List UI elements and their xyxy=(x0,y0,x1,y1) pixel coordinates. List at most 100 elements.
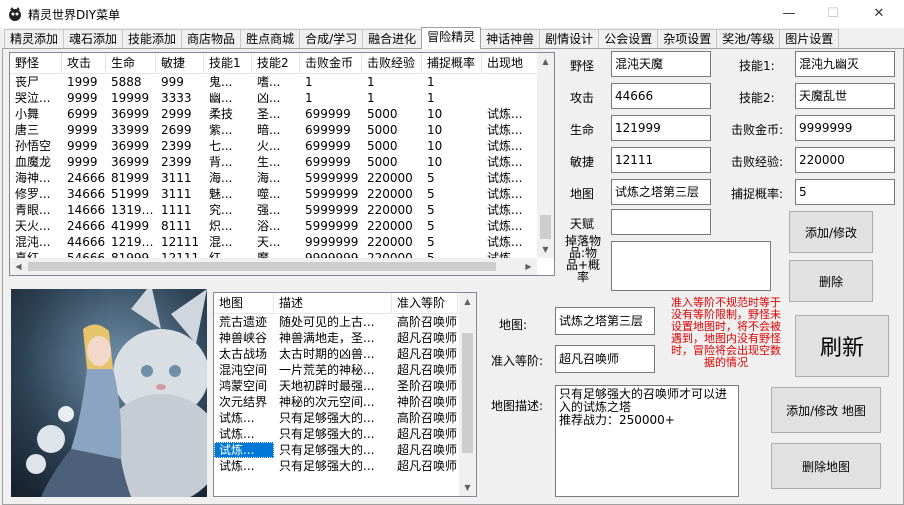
list-item[interactable]: 荒古遗迹 随处可见的上古... 高阶召唤师 xyxy=(214,314,476,330)
table-row[interactable]: 小舞 6999 36999 2999 柔技 圣... 699999 5000 10 试炼... xyxy=(10,106,554,122)
tab-3[interactable]: 技能添加 xyxy=(122,29,183,49)
list-item[interactable]: 次元结界 神秘的次元空间... 神阶召唤师 xyxy=(214,394,476,410)
list-item[interactable]: 混沌空间 一片荒芜的神秘... 超凡召唤师 xyxy=(214,362,476,378)
table-cell: 生... xyxy=(257,155,281,169)
map-name-field[interactable]: 试炼之塔第三层 xyxy=(555,307,655,335)
tab-6[interactable]: 合成/学习 xyxy=(299,29,364,49)
scroll-down-icon[interactable]: ▼ xyxy=(459,479,476,496)
list-item[interactable]: 试炼... 只有足够强大的... 高阶召唤师 xyxy=(214,410,476,426)
table-row[interactable]: 天火... 24666 41999 8111 炽... 浴... 5999999 220000… xyxy=(10,218,554,234)
agility-field[interactable]: 12111 xyxy=(611,147,711,173)
monster-name-field[interactable]: 混沌天魔 xyxy=(611,51,711,77)
drop-items-field[interactable] xyxy=(611,241,771,291)
tab-1[interactable]: 精灵添加 xyxy=(4,29,65,49)
attack-field[interactable]: 44666 xyxy=(611,83,711,109)
scroll-down-icon[interactable]: ▼ xyxy=(537,241,554,258)
list-item[interactable]: 太古战场 太古时期的凶兽... 超凡召唤师 xyxy=(214,346,476,362)
tab-10[interactable]: 剧情设计 xyxy=(539,29,600,49)
monster-column-header[interactable]: 击败金币 xyxy=(300,53,362,73)
map-column-header[interactable]: 地图 xyxy=(214,293,274,313)
skill2-field[interactable]: 天魔乱世 xyxy=(795,83,895,109)
table-cell: 5000 xyxy=(367,139,398,153)
skill1-field[interactable]: 混沌九幽灭 xyxy=(795,51,895,77)
tab-2[interactable]: 魂石添加 xyxy=(63,29,124,49)
list-item[interactable]: 试炼... 只有足够强大的... 超凡召唤师 xyxy=(214,458,476,474)
table-cell: 10 xyxy=(427,139,443,153)
table-cell: 220000 xyxy=(367,203,413,217)
tab-9[interactable]: 神话神兽 xyxy=(480,29,541,49)
list-item[interactable]: 鸿蒙空间 天地初辟时最强... 圣阶召唤师 xyxy=(214,378,476,394)
maximize-button[interactable]: ☐ xyxy=(810,0,856,28)
add-monster-button[interactable]: 添加/修改 xyxy=(789,211,873,253)
table-cell: 只有足够强大的... xyxy=(279,443,375,457)
table-cell: 试炼... xyxy=(487,155,523,169)
map-column-header[interactable]: 描述 xyxy=(274,293,392,313)
delete-map-button[interactable]: 删除地图 xyxy=(771,443,881,489)
talent-field[interactable] xyxy=(611,209,711,235)
map-list-vscrollbar[interactable]: ▲ ▼ xyxy=(459,293,476,496)
scroll-up-icon[interactable]: ▲ xyxy=(537,53,554,70)
close-button[interactable]: ✕ xyxy=(856,0,902,28)
catch-rate-field[interactable]: 5 xyxy=(795,179,895,205)
hp-field[interactable]: 121999 xyxy=(611,115,711,141)
map-field[interactable]: 试炼之塔第三层 xyxy=(611,179,711,205)
map-list[interactable]: 地图 描述 准入等阶 荒古遗迹 随处可见的上古... 高阶召唤师 神兽峡谷 神兽满地走，圣.… xyxy=(213,292,477,497)
exp-field[interactable]: 220000 xyxy=(795,147,895,173)
map-desc-field[interactable]: 只有足够强大的召唤师才可以进入的试炼之塔 推荐战力：250000+ xyxy=(555,385,739,497)
table-row[interactable]: 青眼... 14666 131999 1111 究... 强... 5999999 22000… xyxy=(10,202,554,218)
gold-field[interactable]: 9999999 xyxy=(795,115,895,141)
tab-13[interactable]: 奖池/等级 xyxy=(716,29,781,49)
monster-column-header[interactable]: 捕捉概率 xyxy=(422,53,482,73)
monster-column-header[interactable]: 野怪 xyxy=(10,53,62,73)
table-cell: 33999 xyxy=(111,123,150,137)
table-row[interactable]: 孙悟空 9999 36999 2399 七... 火... 699999 5000 10 试炼..… xyxy=(10,138,554,154)
table-row[interactable]: 修罗... 34666 51999 3111 魅... 噬... 5999999 220000… xyxy=(10,186,554,202)
scroll-up-icon[interactable]: ▲ xyxy=(459,293,476,310)
monster-list[interactable]: 野怪 攻击 生命 敏捷 技能1 技能2 击败金币 击败经验 捕捉概率 出现地 丧尸 1999 5888… xyxy=(9,52,555,276)
scroll-thumb[interactable] xyxy=(540,215,551,239)
scroll-right-icon[interactable]: ▶ xyxy=(520,258,537,275)
level-field[interactable]: 超凡召唤师 xyxy=(555,345,655,373)
scroll-thumb[interactable] xyxy=(462,333,473,453)
table-cell: 只有足够强大的... xyxy=(279,411,375,425)
table-row[interactable]: 丧尸 1999 5888 999 鬼... 嗜... 1 1 1 xyxy=(10,74,554,90)
monster-column-header[interactable]: 生命 xyxy=(106,53,156,73)
table-cell: 试炼... xyxy=(214,442,274,458)
tab-8[interactable]: 冒险精灵 xyxy=(421,27,482,49)
tab-14[interactable]: 图片设置 xyxy=(779,29,840,49)
table-cell: 699999 xyxy=(305,123,351,137)
scroll-left-icon[interactable]: ◀ xyxy=(10,258,27,275)
monster-list-vscrollbar[interactable]: ▲ ▼ xyxy=(537,53,554,258)
tab-7[interactable]: 融合进化 xyxy=(362,29,423,49)
add-map-button[interactable]: 添加/修改 地图 xyxy=(771,387,881,433)
map-column-header[interactable]: 准入等阶 xyxy=(392,293,458,313)
table-row[interactable]: 血魔龙 9999 36999 2399 背... 生... 699999 5000 10 试炼..… xyxy=(10,154,554,170)
list-item[interactable]: 试炼... 只有足够强大的... 超凡召唤师 xyxy=(214,442,476,458)
monster-column-header[interactable]: 攻击 xyxy=(62,53,106,73)
tab-12[interactable]: 杂项设置 xyxy=(657,29,718,49)
table-cell: 6999 xyxy=(67,107,98,121)
tab-11[interactable]: 公会设置 xyxy=(598,29,659,49)
table-row[interactable]: 唐三 9999 33999 2699 紫... 暗... 699999 5000 10 试炼... xyxy=(10,122,554,138)
table-cell: 海神... xyxy=(15,171,51,185)
monster-column-header[interactable]: 出现地 xyxy=(482,53,542,73)
monster-column-header[interactable]: 技能2 xyxy=(252,53,300,73)
monster-column-header[interactable]: 技能1 xyxy=(204,53,252,73)
table-cell: 柔技 xyxy=(209,107,234,121)
minimize-button[interactable]: — xyxy=(766,0,812,28)
tab-5[interactable]: 胜点商城 xyxy=(240,29,301,49)
map-list-body: 荒古遗迹 随处可见的上古... 高阶召唤师 神兽峡谷 神兽满地走，圣... 超凡召唤师 太古… xyxy=(214,314,476,474)
table-row[interactable]: 混沌... 44666 121999 12111 混... 天... 9999999 2200… xyxy=(10,234,554,250)
table-cell: 14666 xyxy=(67,203,106,217)
delete-monster-button[interactable]: 删除 xyxy=(789,260,873,302)
monster-column-header[interactable]: 击败经验 xyxy=(362,53,422,73)
table-row[interactable]: 哭泣... 9999 19999 3333 幽... 凶... 1 1 1 xyxy=(10,90,554,106)
refresh-button[interactable]: 刷新 xyxy=(795,315,889,377)
list-item[interactable]: 试炼... 只有足够强大的... 超凡召唤师 xyxy=(214,426,476,442)
tab-4[interactable]: 商店物品 xyxy=(181,29,242,49)
list-item[interactable]: 神兽峡谷 神兽满地走，圣... 超凡召唤师 xyxy=(214,330,476,346)
hscroll-thumb[interactable] xyxy=(28,262,496,271)
monster-column-header[interactable]: 敏捷 xyxy=(156,53,204,73)
monster-list-hscrollbar[interactable]: ◀ ▶ xyxy=(10,258,537,275)
table-row[interactable]: 海神... 24666 81999 3111 海... 海... 5999999 220000… xyxy=(10,170,554,186)
